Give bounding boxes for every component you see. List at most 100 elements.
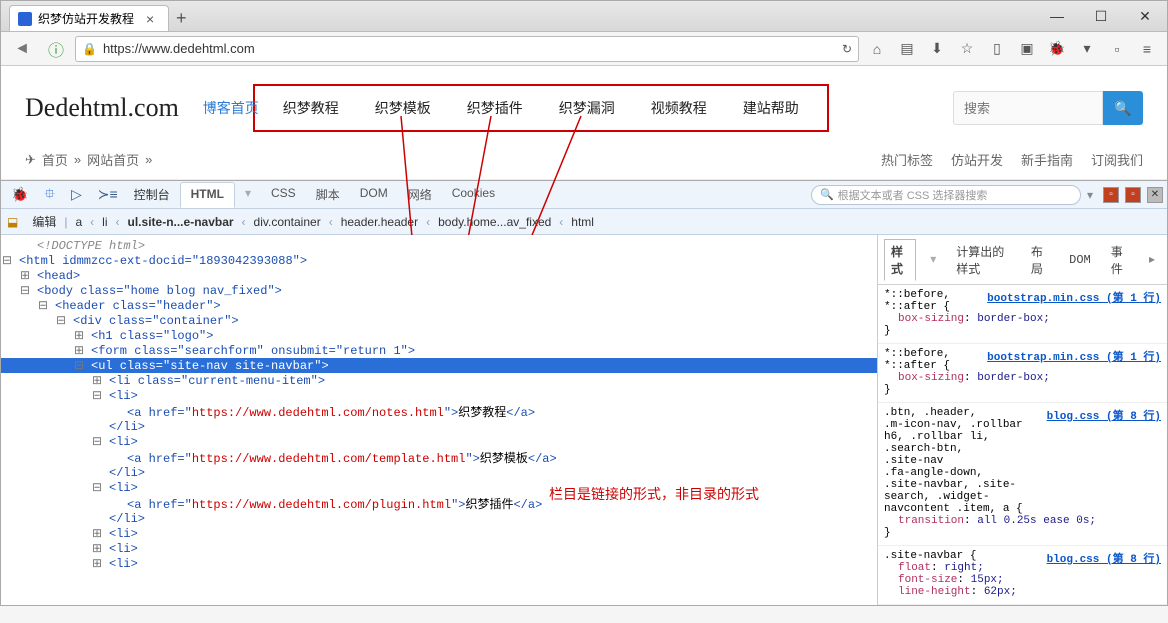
secure-info-icon[interactable]: ⓘ [41,35,71,63]
dom-node[interactable]: </li> [1,512,877,526]
rtab-events[interactable]: 事件 [1105,240,1135,280]
dom-node[interactable]: ⊞<head> [1,268,877,283]
menu-icon[interactable]: ≡ [1133,36,1161,62]
crumb-a[interactable]: a [67,213,90,231]
dom-node[interactable]: <a href="https://www.dedehtml.com/templa… [1,449,877,466]
dom-node[interactable]: ⊟<div class="container"> [1,313,877,328]
tab-script[interactable]: 脚本 [306,182,350,207]
more-dropdown-icon[interactable]: ▾ [1073,36,1101,62]
refresh-icon[interactable]: ↻ [842,42,852,56]
dom-node[interactable]: </li> [1,466,877,480]
html-panel[interactable]: 栏目是链接的形式，非目录的形式 <!DOCTYPE html> ⊟<html i… [1,235,877,605]
css-rule[interactable]: blog.css (第 8 行) .site-navbar { float: r… [878,546,1167,605]
download-icon[interactable]: ⬇ [923,36,951,62]
maximize-button[interactable]: ☐ [1079,1,1123,31]
library-icon[interactable]: ▯ [983,36,1011,62]
nav-vulns[interactable]: 织梦漏洞 [541,90,633,126]
panel-btn-1[interactable]: ▫ [1103,187,1119,203]
screenshot-icon[interactable]: ▣ [1013,36,1041,62]
devtool-tabs: HTML ▾ CSS 脚本 DOM 网络 Cookies [180,182,505,207]
firebug-icon[interactable]: 🐞 [5,183,34,206]
inspect-icon[interactable]: ⯐ [38,180,61,210]
dom-node[interactable]: ⊞<h1 class="logo"> [1,328,877,343]
css-rule[interactable]: bootstrap.min.css (第 1 行) *::before, *::… [878,344,1167,403]
search-button[interactable]: 🔍 [1103,91,1143,125]
dom-node[interactable]: ⊟<header class="header"> [1,298,877,313]
panel-btn-2[interactable]: ▫ [1125,187,1141,203]
devtools-search[interactable]: 🔍 根据文本或者 CSS 选择器搜索 [811,185,1081,205]
sublink-subscribe[interactable]: 订阅我们 [1091,150,1143,169]
rtab-dom[interactable]: DOM [1063,250,1097,270]
lock-icon: 🔒 [82,42,97,56]
dom-node[interactable]: ⊞<form class="searchform" onsubmit="retu… [1,343,877,358]
crumb-sep: » [74,152,81,167]
dom-node[interactable]: ⊟<html idmmzcc-ext-docid="1893042393088"… [1,253,877,268]
search-icon: 🔍 [820,188,834,201]
tab-cookies[interactable]: Cookies [442,182,505,207]
nav-plugins[interactable]: 织梦插件 [449,90,541,126]
favicon-icon [18,12,32,26]
new-tab-button[interactable]: + [169,5,193,31]
dom-node[interactable]: ⊟<li> [1,388,877,403]
crumb-ul[interactable]: ul.site-n...e-navbar [120,213,242,231]
rtab-layout[interactable]: 布局 [1025,240,1055,280]
dom-node[interactable]: <a href="https://www.dedehtml.com/notes.… [1,403,877,420]
home-icon[interactable]: ⌂ [863,36,891,62]
nav-blog[interactable]: 博客首页 [185,90,277,126]
site-logo[interactable]: Dedehtml.com [25,93,179,123]
dom-node[interactable]: ⊟<li> [1,434,877,449]
minimize-button[interactable]: — [1035,1,1079,31]
pick-icon[interactable]: ▷ [65,183,88,206]
tab-css[interactable]: CSS [261,182,306,207]
crumb-edit[interactable]: 编辑 [24,211,64,232]
close-window-button[interactable]: ✕ [1123,1,1167,31]
breadcrumb: ✈ 首页 » 网站首页 » [25,150,152,169]
tab-net[interactable]: 网络 [398,182,442,207]
css-rule[interactable]: bootstrap.min.css (第 1 行) *::before, *::… [878,285,1167,344]
search-input[interactable] [953,91,1103,125]
nav-templates[interactable]: 织梦模板 [357,90,449,126]
site-nav: 博客首页 织梦教程 织梦模板 织梦插件 织梦漏洞 视频教程 建站帮助 [253,84,829,132]
site-search: 🔍 [953,91,1143,125]
dom-node[interactable]: ⊞<li class="current-menu-item"> [1,373,877,388]
dom-node[interactable]: </li> [1,420,877,434]
add-on-icon[interactable]: 🐞 [1043,36,1071,62]
search-dropdown-icon[interactable]: ▾ [1087,188,1093,202]
sidebar-icon[interactable]: ▤ [893,36,921,62]
panel-close-button[interactable]: ✕ [1147,187,1163,203]
back-button[interactable]: ◄ [7,35,37,63]
crumb-trail: » [145,152,152,167]
close-tab-icon[interactable]: × [146,11,154,27]
tab-html[interactable]: HTML [180,182,235,208]
nav-tutorials[interactable]: 织梦教程 [265,90,357,126]
dom-node[interactable]: ⊞<li> [1,556,877,571]
step-icon[interactable]: ≻≡ [92,183,124,206]
nav-video[interactable]: 视频教程 [633,90,725,126]
rtab-styles[interactable]: 样式 [884,239,916,281]
rtab-computed[interactable]: 计算出的样式 [950,240,1017,280]
crumb-body[interactable]: body.home...av_fixed [430,213,559,231]
sublink-hot[interactable]: 热门标签 [881,150,933,169]
dom-node[interactable]: ⊞<li> [1,541,877,556]
crumb-li[interactable]: li [94,213,115,231]
console-label[interactable]: 控制台 [128,186,176,203]
url-field[interactable]: 🔒 https://www.dedehtml.com ↻ [75,36,859,62]
css-rule[interactable]: blog.css (第 8 行) .btn, .header, .m-icon-… [878,403,1167,546]
dom-node[interactable]: ⊞<li> [1,526,877,541]
dom-node-selected[interactable]: ⊟<ul class="site-nav site-navbar"> [1,358,877,373]
sublink-guide[interactable]: 新手指南 [1021,150,1073,169]
crumb-current[interactable]: 网站首页 [87,150,139,169]
edit-icon[interactable]: ⬓ [7,215,18,229]
dom-node[interactable]: ⊟<body class="home blog nav_fixed"> [1,283,877,298]
styles-panel: 样式▾ 计算出的样式 布局 DOM 事件 ▸ bootstrap.min.css… [877,235,1167,605]
extension-icon[interactable]: ▫ [1103,36,1131,62]
bookmark-icon[interactable]: ☆ [953,36,981,62]
sublink-dev[interactable]: 仿站开发 [951,150,1003,169]
browser-tab[interactable]: 织梦仿站开发教程 × [9,5,169,31]
crumb-header[interactable]: header.header [333,213,426,231]
crumb-div[interactable]: div.container [246,213,329,231]
crumb-html[interactable]: html [563,213,602,231]
tab-dom[interactable]: DOM [350,182,398,207]
nav-help[interactable]: 建站帮助 [725,90,817,126]
crumb-home[interactable]: 首页 [42,150,68,169]
